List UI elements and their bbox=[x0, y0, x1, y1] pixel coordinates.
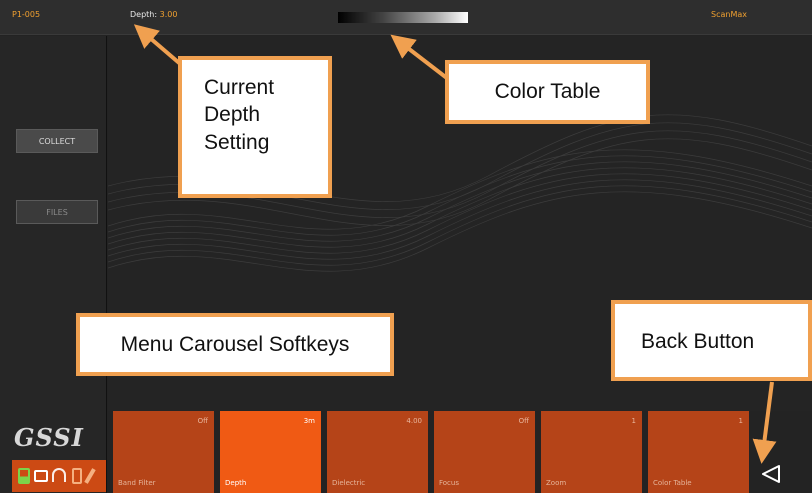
softkey-dielectric[interactable]: 4.00 Dielectric bbox=[327, 411, 428, 493]
softkey-band-filter[interactable]: Off Band Filter bbox=[113, 411, 214, 493]
softkey-label: Color Table bbox=[653, 479, 692, 487]
annotation-line: Depth bbox=[204, 103, 261, 127]
depth-label: Depth: bbox=[130, 10, 158, 19]
depth-readout: Depth: 3.00 bbox=[130, 10, 177, 19]
left-sidebar: COLLECT FILES GSSI bbox=[0, 36, 107, 493]
softkey-zoom[interactable]: 1 Zoom bbox=[541, 411, 642, 493]
softkey-value: 4.00 bbox=[406, 417, 422, 425]
softkey-value: 1 bbox=[631, 417, 636, 425]
display-icon bbox=[34, 470, 48, 482]
menu-carousel-softkeys: Off Band Filter 3m Depth 4.00 Dielectric… bbox=[113, 411, 755, 493]
gssi-logo: GSSI bbox=[14, 423, 84, 452]
softkey-value: Off bbox=[518, 417, 529, 425]
annotation-line: Setting bbox=[204, 130, 270, 154]
wifi-icon bbox=[52, 468, 66, 482]
depth-value: 3.00 bbox=[159, 10, 178, 19]
softkey-value: 1 bbox=[738, 417, 743, 425]
gps-icon bbox=[72, 468, 82, 484]
product-name: ScanMax bbox=[711, 10, 747, 19]
softkey-value: Off bbox=[197, 417, 208, 425]
annotation-color-table: Color Table bbox=[445, 60, 650, 124]
softkey-focus[interactable]: Off Focus bbox=[434, 411, 535, 493]
color-table-gradient bbox=[338, 12, 468, 23]
softkey-label: Depth bbox=[225, 479, 247, 487]
project-name: P1-005 bbox=[12, 10, 41, 19]
softkey-color-table[interactable]: 1 Color Table bbox=[648, 411, 749, 493]
softkey-label: Dielectric bbox=[332, 479, 366, 487]
annotation-back-button: Back Button bbox=[611, 300, 812, 381]
pen-icon bbox=[84, 468, 96, 484]
collect-button[interactable]: COLLECT bbox=[16, 129, 98, 153]
annotation-menu-carousel: Menu Carousel Softkeys bbox=[76, 313, 394, 376]
softkey-label: Band Filter bbox=[118, 479, 156, 487]
back-button[interactable] bbox=[760, 463, 782, 485]
softkey-label: Zoom bbox=[546, 479, 567, 487]
top-status-bar: P1-005 Depth: 3.00 ScanMax bbox=[0, 0, 812, 35]
status-icons-panel bbox=[12, 460, 106, 492]
battery-icon bbox=[18, 468, 30, 484]
softkey-value: 3m bbox=[303, 417, 315, 425]
back-arrow-icon bbox=[762, 465, 780, 483]
scanner-screen: P1-005 Depth: 3.00 ScanMax COLLECT FILES… bbox=[0, 0, 812, 493]
files-button[interactable]: FILES bbox=[16, 200, 98, 224]
annotation-current-depth: Current Depth Setting bbox=[178, 56, 332, 198]
softkey-label: Focus bbox=[439, 479, 459, 487]
softkey-depth[interactable]: 3m Depth bbox=[220, 411, 321, 493]
annotation-line: Current bbox=[204, 76, 275, 99]
